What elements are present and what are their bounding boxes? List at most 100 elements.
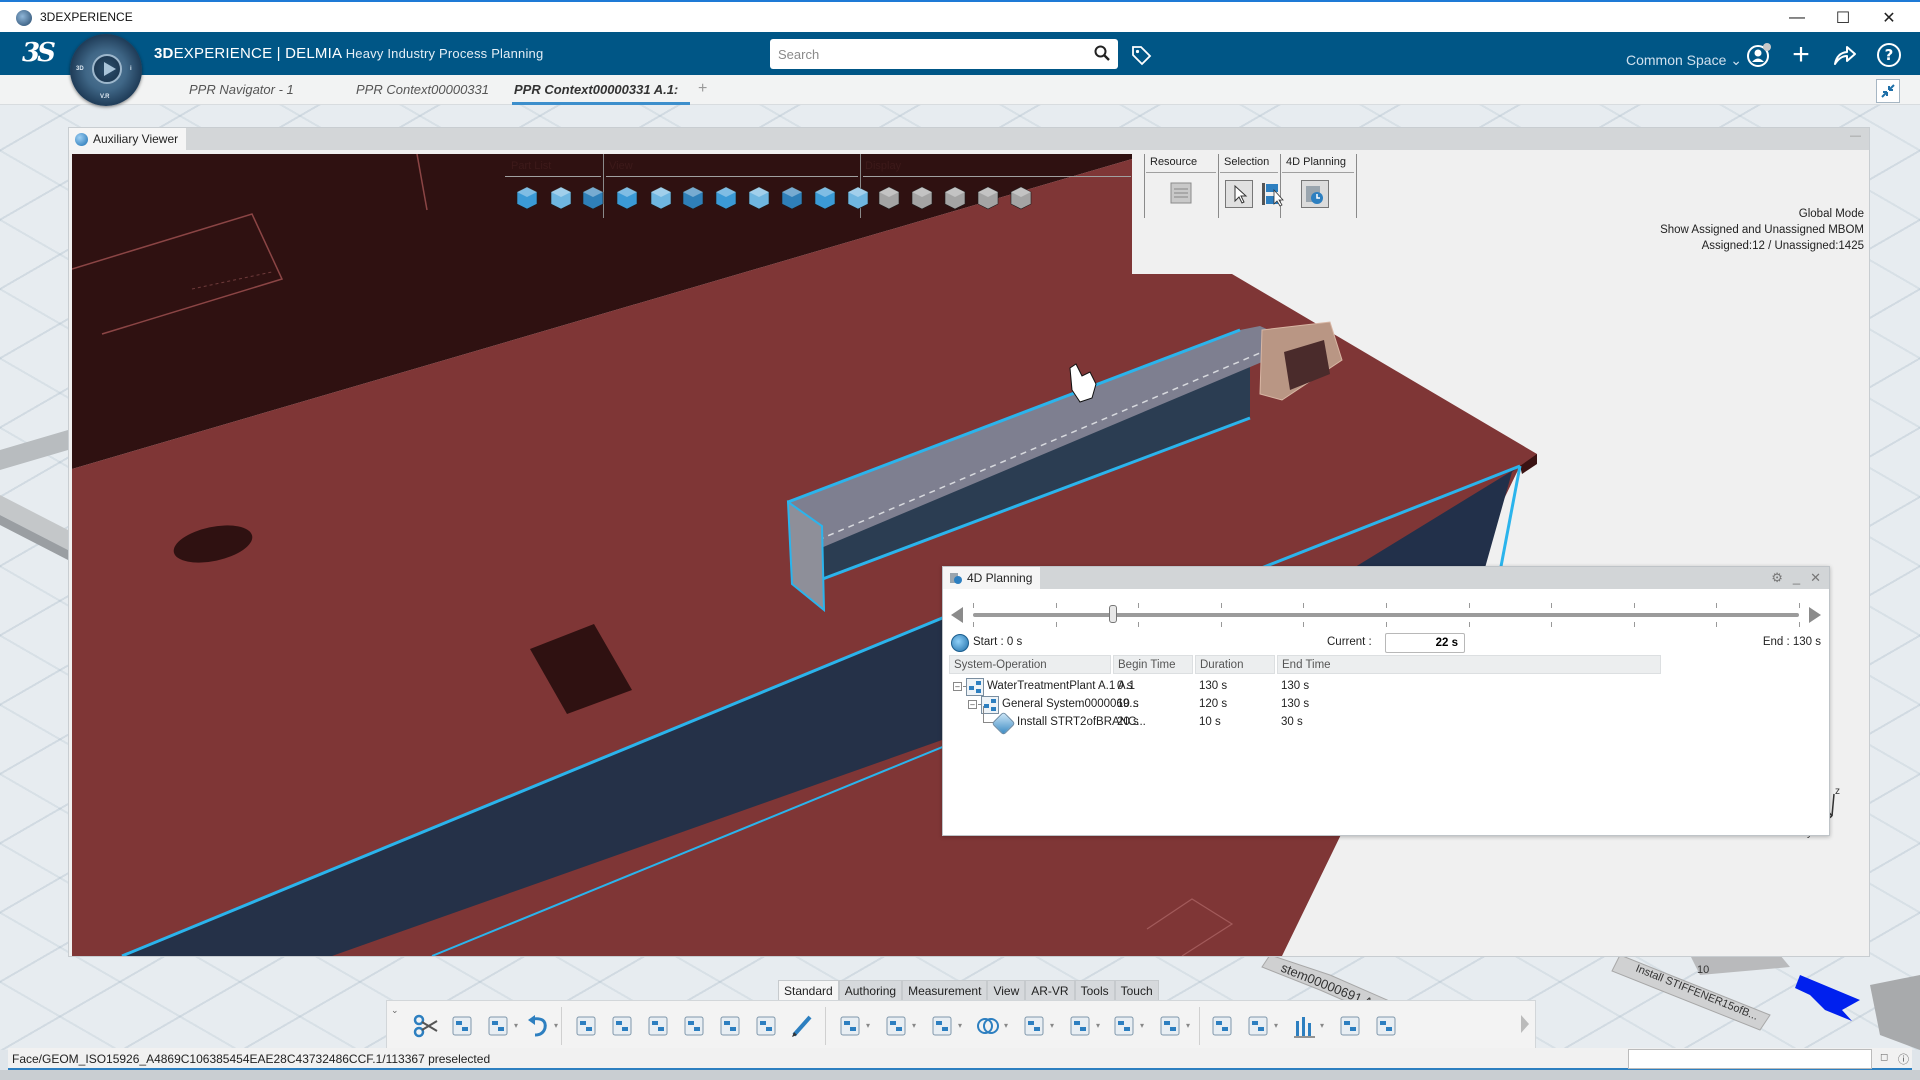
operation-row[interactable]: Install STRT2ofBRANC... 20 s 10 s 30 s [949, 706, 1823, 736]
link-circles-icon[interactable] [975, 1013, 1001, 1039]
ds-logo-icon[interactable]: 3S [22, 38, 56, 68]
assign-part-icon[interactable] [753, 1013, 779, 1039]
constraint-icon[interactable] [929, 1013, 955, 1039]
search-icon[interactable] [1094, 45, 1110, 61]
precedence-icon[interactable] [883, 1013, 909, 1039]
view-magnify-icon[interactable] [712, 184, 740, 212]
panel-minimize-icon[interactable]: — [1850, 130, 1861, 142]
command-input[interactable] [1628, 1049, 1872, 1069]
tab-ppr-navigator[interactable]: PPR Navigator - 1 [189, 82, 294, 97]
view-chart-info-icon[interactable] [647, 184, 675, 212]
view-info-icon[interactable] [613, 184, 641, 212]
schedule-table-icon[interactable] [1245, 1013, 1271, 1039]
maximize-button[interactable]: ☐ [1820, 4, 1866, 32]
dropdown-arrow-icon[interactable]: ▾ [1096, 1021, 1100, 1030]
display-box-icon[interactable] [974, 184, 1002, 212]
flow-step-icon[interactable] [1111, 1013, 1137, 1039]
action-bar-tab-view[interactable]: View [987, 980, 1026, 1001]
operation-insert-icon[interactable] [609, 1013, 635, 1039]
view-solid-cube-icon[interactable] [745, 184, 773, 212]
action-bar-tab-standard[interactable]: Standard [778, 980, 839, 1001]
part-list-filter-icon[interactable] [547, 184, 575, 212]
part-list-select-icon[interactable] [579, 184, 607, 212]
dropdown-arrow-icon[interactable]: ▾ [958, 1021, 962, 1030]
help-icon[interactable]: ? [1876, 42, 1902, 68]
action-bar-tab-ar-vr[interactable]: AR-VR [1025, 980, 1075, 1001]
tag-icon[interactable] [1130, 44, 1152, 66]
column-header-end-time[interactable]: End Time [1277, 655, 1661, 674]
add-icon[interactable]: + [1788, 38, 1814, 71]
part-list-table-icon[interactable] [513, 184, 541, 212]
play-icon[interactable] [92, 54, 122, 84]
tab-ppr-context[interactable]: PPR Context00000331 [356, 82, 489, 97]
view-zoom-fit-icon[interactable] [679, 184, 707, 212]
layout-grid-icon[interactable] [1373, 1013, 1399, 1039]
gantt-panel-icon[interactable] [1209, 1013, 1235, 1039]
dropdown-arrow-icon[interactable]: ▾ [1320, 1021, 1324, 1030]
display-sphere-icon[interactable] [875, 184, 903, 212]
system-view-icon[interactable] [837, 1013, 863, 1039]
window-layout-icon[interactable]: ◻ [1880, 1052, 1888, 1063]
view-palette-icon[interactable] [811, 184, 839, 212]
undo-icon[interactable] [525, 1013, 551, 1039]
column-header-system-operation[interactable]: System-Operation [949, 655, 1111, 674]
balance-icon[interactable] [1067, 1013, 1093, 1039]
minimize-icon[interactable]: _ [1793, 570, 1800, 586]
current-time-input[interactable] [1385, 633, 1465, 653]
dropdown-arrow-icon[interactable]: ▾ [1274, 1021, 1278, 1030]
factory-icon[interactable] [1337, 1013, 1363, 1039]
collab-space-dropdown[interactable]: Common Space ⌄ [1626, 52, 1742, 69]
reorder-tree-icon[interactable] [1157, 1013, 1183, 1039]
close-button[interactable]: ✕ [1866, 4, 1912, 32]
resource-list-icon[interactable] [1168, 180, 1196, 208]
dropdown-arrow-icon[interactable]: ▾ [1050, 1021, 1054, 1030]
copy-icon[interactable] [449, 1013, 475, 1039]
4d-planning-icon[interactable] [1301, 180, 1329, 208]
user-profile-icon[interactable] [1746, 42, 1772, 68]
refresh-icon[interactable] [951, 634, 969, 652]
display-parts-icon[interactable] [908, 184, 936, 212]
operation-flow-icon[interactable] [681, 1013, 707, 1039]
view-cube-icon[interactable] [844, 184, 872, 212]
add-tab-button[interactable]: + [698, 80, 707, 98]
tree-reorder-icon[interactable] [717, 1013, 743, 1039]
action-bar-tab-measurement[interactable]: Measurement [902, 980, 988, 1001]
dropdown-arrow-icon[interactable]: ▾ [1140, 1021, 1144, 1030]
timeline-slider[interactable] [951, 601, 1821, 631]
close-icon[interactable]: ✕ [1810, 570, 1821, 586]
edit-pencil-icon[interactable] [789, 1013, 815, 1039]
compass-widget[interactable]: 3D V.R i [70, 34, 142, 106]
dropdown-arrow-icon[interactable]: ▾ [866, 1021, 870, 1030]
share-icon[interactable] [1832, 42, 1858, 68]
info-icon[interactable]: ⓘ [1898, 1051, 1909, 1067]
dropdown-arrow-icon[interactable]: ▾ [514, 1021, 518, 1030]
auxiliary-viewer-tab[interactable]: Auxiliary Viewer [69, 128, 187, 150]
system-flow-icon[interactable] [645, 1013, 671, 1039]
search-input[interactable] [778, 46, 1078, 62]
action-bar-tab-tools[interactable]: Tools [1074, 980, 1115, 1001]
selection-linked-icon[interactable] [1258, 180, 1286, 208]
search-box[interactable] [770, 39, 1118, 69]
display-assembly-icon[interactable] [941, 184, 969, 212]
minimize-button[interactable]: — [1774, 4, 1820, 32]
tab-ppr-context-a1[interactable]: PPR Context00000331 A.1: [514, 82, 678, 97]
tree-collapse-icon[interactable]: – [968, 700, 977, 709]
dropdown-arrow-icon[interactable]: ▾ [1004, 1021, 1008, 1030]
view-grid-icon[interactable] [778, 184, 806, 212]
step-forward-arrow-icon[interactable] [1809, 607, 1821, 623]
selection-pointer-icon[interactable] [1225, 180, 1253, 208]
restore-view-button[interactable] [1876, 79, 1900, 103]
action-bar-collapse-icon[interactable]: ⌄ [391, 1005, 399, 1016]
dropdown-arrow-icon[interactable]: ▾ [912, 1021, 916, 1030]
4d-planning-tab[interactable]: 4D Planning [943, 567, 1041, 589]
cut-icon[interactable] [413, 1013, 439, 1039]
action-bar-more-icon[interactable] [1521, 1015, 1529, 1033]
column-header-begin-time[interactable]: Begin Time [1113, 655, 1193, 674]
dropdown-arrow-icon[interactable]: ▾ [554, 1021, 558, 1030]
display-shape-icon[interactable] [1007, 184, 1035, 212]
tree-collapse-icon[interactable]: – [953, 682, 962, 691]
bar-chart-icon[interactable] [1291, 1013, 1317, 1039]
column-header-duration[interactable]: Duration [1195, 655, 1275, 674]
action-bar-tab-authoring[interactable]: Authoring [838, 980, 903, 1001]
system-insert-icon[interactable] [573, 1013, 599, 1039]
